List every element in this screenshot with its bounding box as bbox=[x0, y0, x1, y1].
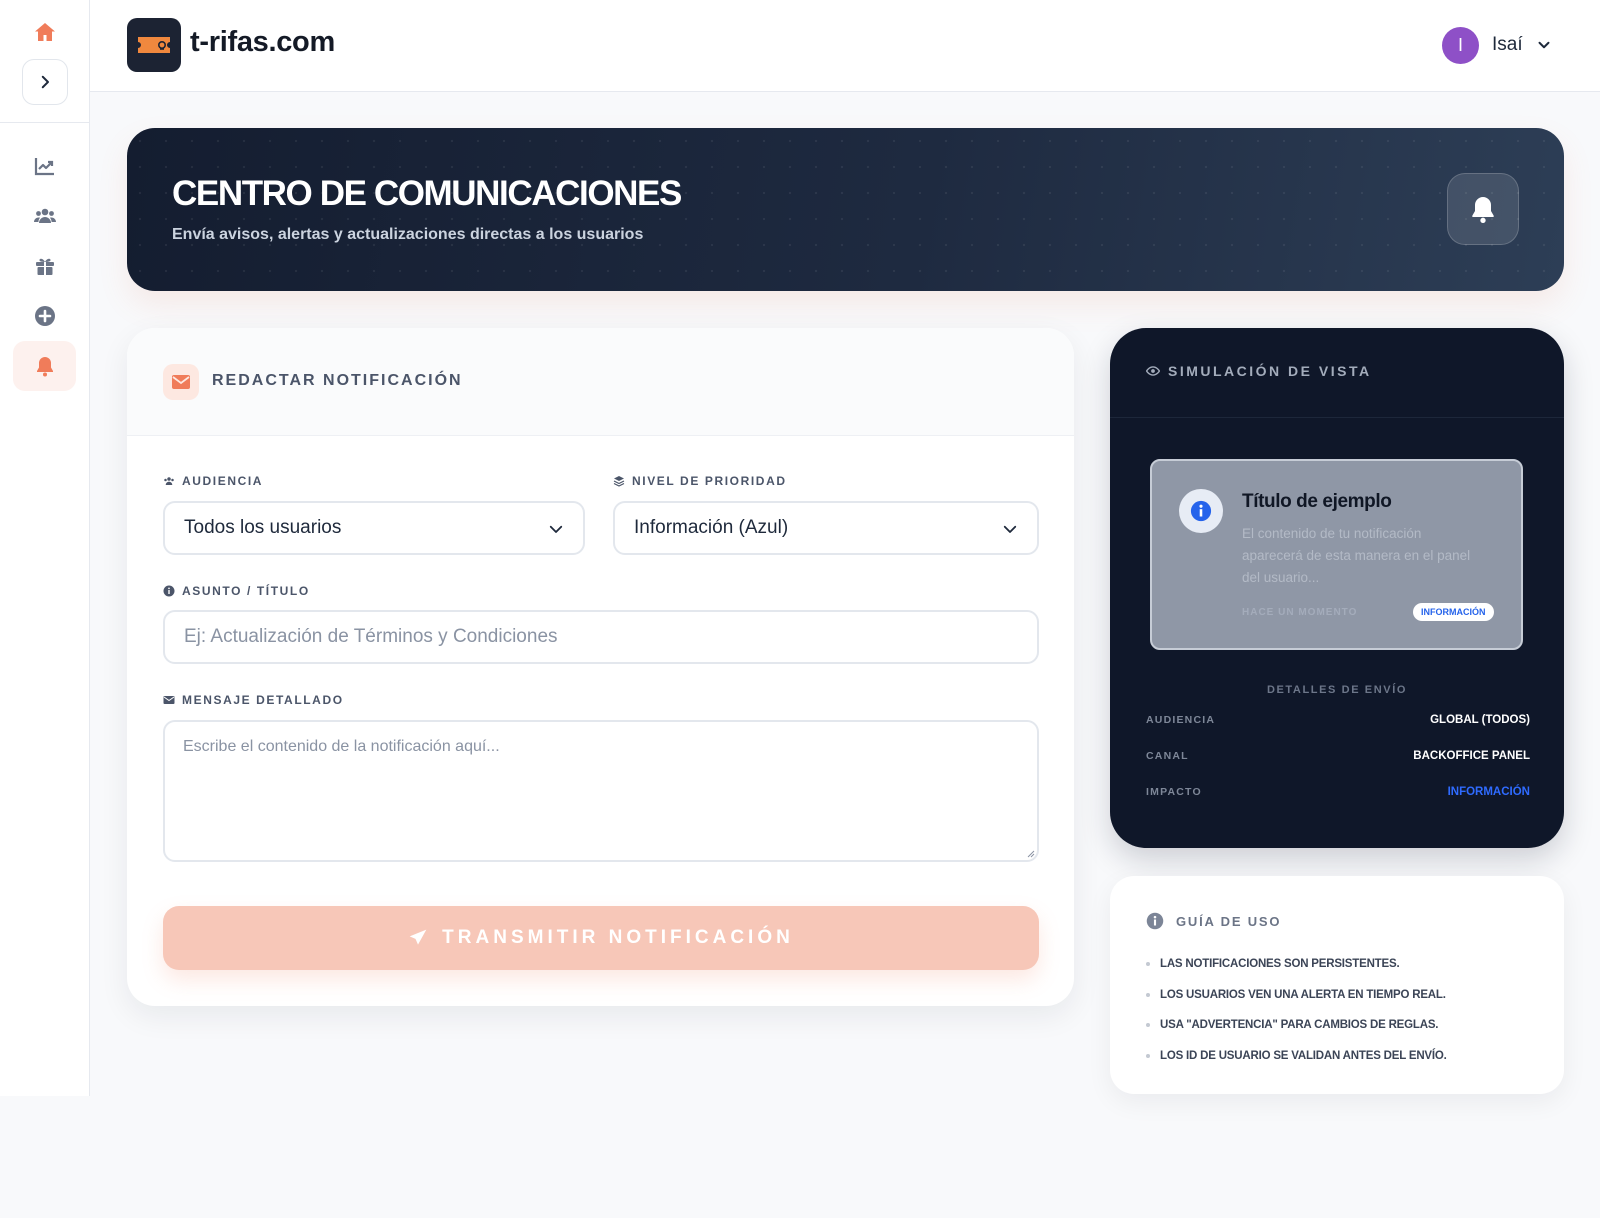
preview-title: SIMULACIÓN DE VISTA bbox=[1146, 363, 1372, 379]
message-label-text: MENSAJE DETALLADO bbox=[182, 693, 344, 707]
chevron-down-icon bbox=[1003, 525, 1017, 533]
guide-list: LAS NOTIFICACIONES SON PERSISTENTES. LOS… bbox=[1146, 949, 1447, 1071]
compose-header: REDACTAR NOTIFICACIÓN bbox=[127, 328, 1074, 436]
subject-label-text: ASUNTO / TÍTULO bbox=[182, 584, 310, 598]
resize-handle-icon[interactable] bbox=[1025, 848, 1035, 858]
preview-card: SIMULACIÓN DE VISTA Título de ejemplo El… bbox=[1110, 328, 1564, 848]
hero-banner: CENTRO DE COMUNICACIONES Envía avisos, a… bbox=[127, 128, 1564, 291]
subject-placeholder: Ej: Actualización de Términos y Condicio… bbox=[184, 626, 558, 647]
list-item: LOS ID DE USUARIO SE VALIDAN ANTES DEL E… bbox=[1146, 1041, 1447, 1072]
details-title: DETALLES DE ENVÍO bbox=[1266, 684, 1408, 696]
sidebar-item-stats[interactable] bbox=[13, 141, 76, 191]
audience-select[interactable]: Todos los usuarios bbox=[163, 501, 585, 555]
bullet-icon bbox=[1146, 992, 1150, 997]
audience-label: AUDIENCIA bbox=[163, 474, 263, 488]
guide-item-text: LOS ID DE USUARIO SE VALIDAN ANTES DEL E… bbox=[1160, 1049, 1447, 1062]
notification-body: El contenido de tu notificación aparecer… bbox=[1242, 526, 1471, 585]
compose-title: REDACTAR NOTIFICACIÓN bbox=[212, 372, 463, 389]
list-item: USA "ADVERTENCIA" PARA CAMBIOS DE REGLAS… bbox=[1146, 1010, 1447, 1041]
priority-select[interactable]: Información (Azul) bbox=[613, 501, 1039, 555]
priority-label-text: NIVEL DE PRIORIDAD bbox=[632, 474, 787, 488]
preview-title-text: SIMULACIÓN DE VISTA bbox=[1168, 363, 1372, 379]
user-name[interactable]: Isaí bbox=[1492, 34, 1523, 56]
list-item: LAS NOTIFICACIONES SON PERSISTENTES. bbox=[1146, 949, 1447, 980]
layers-icon bbox=[613, 476, 625, 487]
usage-guide-card: GUÍA DE USO LAS NOTIFICACIONES SON PERSI… bbox=[1110, 876, 1564, 1094]
envelope-icon bbox=[163, 364, 199, 400]
detail-value: INFORMACIÓN bbox=[1447, 786, 1530, 798]
priority-label: NIVEL DE PRIORIDAD bbox=[613, 474, 787, 488]
detail-value: BACKOFFICE PANEL bbox=[1413, 750, 1530, 762]
sidebar-item-users[interactable] bbox=[13, 191, 76, 241]
list-item: LOS USUARIOS VEN UNA ALERTA EN TIEMPO RE… bbox=[1146, 980, 1447, 1011]
sidebar-item-notifications[interactable] bbox=[13, 341, 76, 391]
sidebar-divider bbox=[0, 122, 89, 123]
eye-icon bbox=[1146, 366, 1160, 376]
message-textarea[interactable]: Escribe el contenido de la notificación … bbox=[163, 720, 1039, 862]
notification-time: HACE UN MOMENTO bbox=[1242, 607, 1358, 618]
submit-button-label: TRANSMITIR NOTIFICACIÓN bbox=[442, 927, 794, 948]
submit-button[interactable]: TRANSMITIR NOTIFICACIÓN bbox=[163, 906, 1039, 970]
message-placeholder: Escribe el contenido de la notificación … bbox=[183, 738, 500, 755]
audience-label-text: AUDIENCIA bbox=[182, 474, 264, 488]
notification-badge: INFORMACIÓN bbox=[1413, 603, 1494, 621]
sidebar-item-home[interactable] bbox=[13, 7, 76, 57]
notification-preview: Título de ejemplo El contenido de tu not… bbox=[1150, 459, 1523, 650]
chart-line-icon bbox=[34, 158, 54, 176]
detail-key: CANAL bbox=[1146, 750, 1189, 762]
detail-row-channel: CANAL BACKOFFICE PANEL bbox=[1146, 750, 1530, 762]
page-subtitle: Envía avisos, alertas y actualizaciones … bbox=[172, 226, 644, 243]
subject-label: ASUNTO / TÍTULO bbox=[163, 584, 310, 598]
priority-select-value: Información (Azul) bbox=[634, 517, 789, 538]
subject-input[interactable]: Ej: Actualización de Términos y Condicio… bbox=[163, 610, 1039, 664]
detail-value: GLOBAL (TODOS) bbox=[1430, 714, 1530, 726]
gift-icon bbox=[35, 258, 54, 275]
top-bar: t-rifas.com I Isaí bbox=[90, 0, 1600, 92]
audience-select-value: Todos los usuarios bbox=[184, 517, 342, 538]
info-circle-icon bbox=[1146, 912, 1164, 930]
plus-circle-icon bbox=[34, 306, 55, 326]
ticket-icon bbox=[138, 37, 170, 53]
detail-row-audience: AUDIENCIA GLOBAL (TODOS) bbox=[1146, 714, 1530, 726]
home-icon bbox=[34, 23, 55, 41]
info-circle-icon bbox=[1179, 489, 1223, 533]
detail-key: AUDIENCIA bbox=[1146, 714, 1216, 726]
chevron-down-icon bbox=[549, 525, 563, 533]
envelope-icon bbox=[163, 696, 175, 704]
page-title: CENTRO DE COMUNICACIONES bbox=[172, 174, 682, 213]
guide-title: GUÍA DE USO bbox=[1146, 912, 1281, 930]
users-icon bbox=[33, 208, 56, 223]
preview-header: SIMULACIÓN DE VISTA bbox=[1110, 328, 1564, 418]
bullet-icon bbox=[1146, 962, 1150, 967]
detail-key: IMPACTO bbox=[1146, 786, 1202, 798]
paper-plane-icon bbox=[409, 929, 427, 945]
compose-card: REDACTAR NOTIFICACIÓN AUDIENCIA Todos lo… bbox=[127, 328, 1074, 1006]
users-icon bbox=[164, 477, 174, 485]
guide-item-text: USA "ADVERTENCIA" PARA CAMBIOS DE REGLAS… bbox=[1160, 1019, 1439, 1032]
avatar[interactable]: I bbox=[1442, 27, 1479, 64]
bell-icon bbox=[1472, 197, 1494, 223]
guide-title-text: GUÍA DE USO bbox=[1176, 913, 1282, 929]
chevron-right-icon bbox=[41, 75, 49, 89]
brand-logo[interactable] bbox=[127, 18, 181, 72]
bullet-icon bbox=[1146, 1053, 1150, 1058]
bullet-icon bbox=[1146, 1023, 1150, 1028]
chevron-down-icon[interactable] bbox=[1535, 36, 1553, 54]
brand-name[interactable]: t-rifas.com bbox=[190, 26, 335, 59]
detail-row-impact: IMPACTO INFORMACIÓN bbox=[1146, 786, 1530, 798]
hero-bell-badge bbox=[1447, 173, 1519, 245]
notification-title: Título de ejemplo bbox=[1242, 491, 1392, 512]
bell-icon bbox=[36, 357, 53, 377]
sidebar bbox=[0, 0, 90, 1096]
message-label: MENSAJE DETALLADO bbox=[163, 693, 344, 707]
sidebar-item-create[interactable] bbox=[13, 291, 76, 341]
info-circle-icon bbox=[163, 585, 175, 597]
sidebar-item-raffles[interactable] bbox=[13, 241, 76, 291]
sidebar-toggle-button[interactable] bbox=[22, 59, 68, 105]
guide-item-text: LOS USUARIOS VEN UNA ALERTA EN TIEMPO RE… bbox=[1160, 988, 1446, 1001]
guide-item-text: LAS NOTIFICACIONES SON PERSISTENTES. bbox=[1160, 958, 1400, 971]
